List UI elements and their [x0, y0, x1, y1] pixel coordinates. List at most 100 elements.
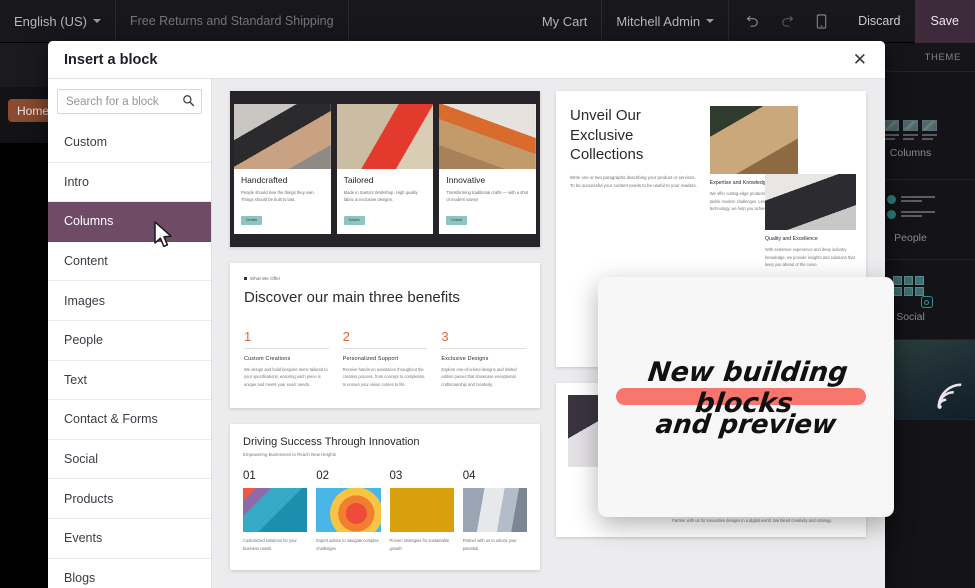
mouse-cursor-icon — [154, 221, 172, 248]
block-preview-innovation[interactable]: Driving Success Through Innovation Empow… — [230, 424, 540, 570]
innovation-item: 02 Expert advice to navigate complex cha… — [316, 470, 381, 552]
screen-root: Home ZE THEME Columns People — [0, 0, 975, 588]
sidebar-item-custom[interactable]: Custom — [48, 123, 211, 163]
sidebar-item-blogs[interactable]: Blogs — [48, 559, 211, 588]
innovation-item: 03 Proven strategies for sustainable gro… — [389, 470, 454, 552]
search-area — [48, 79, 244, 123]
preview-card: Innovative Transforming traditional craf… — [439, 104, 537, 235]
divider — [244, 347, 329, 349]
divider — [342, 347, 428, 349]
innovation-item: 01 Customized solutions for your busines… — [243, 470, 308, 552]
my-cart-link[interactable]: My Cart — [528, 0, 603, 43]
benefit-item: 3 Exclusive Designs Explore one-of-a-kin… — [441, 328, 527, 389]
user-menu[interactable]: Mitchell Admin — [602, 0, 728, 43]
benefit-title: Custom Creations — [244, 355, 291, 362]
collection-title: Quality and Excellence — [764, 236, 818, 242]
save-button[interactable]: Save — [914, 0, 975, 43]
collections-heading: Unveil Our Exclusive Collections — [570, 107, 644, 163]
columns-thumbnail-icon — [884, 120, 937, 140]
people-thumbnail-icon — [886, 195, 935, 225]
sidebar-item-people[interactable]: People — [48, 321, 211, 361]
benefit-item: 1 Custom Creations We design and build b… — [244, 329, 329, 389]
eyebrow-label: What We Offer — [250, 276, 281, 282]
promo-text: Free Returns and Standard Shipping — [116, 0, 349, 43]
collection-image — [709, 106, 798, 174]
card-text: Made in Santa's Workshop. High quality f… — [343, 190, 418, 203]
snippet-social-label: Social — [896, 311, 925, 323]
innovation-subheading: Empowering Businesses to Reach New Heigh… — [243, 452, 336, 458]
sidebar-item-images[interactable]: Images — [48, 281, 211, 321]
undo-icon[interactable] — [745, 14, 760, 29]
innovation-number: 03 — [389, 470, 403, 483]
preview-column-left: Handcrafted People should love the thing… — [230, 91, 540, 586]
card-text: People should love the things they own. … — [241, 190, 315, 203]
collection-image — [764, 174, 856, 230]
sidebar-item-intro[interactable]: Intro — [48, 163, 211, 203]
close-icon[interactable]: ✕ — [851, 47, 869, 72]
innovation-text: Proven strategies for sustainable growth — [389, 538, 450, 551]
language-selector[interactable]: English (US) — [0, 0, 116, 43]
editor-actions — [728, 0, 844, 43]
innovation-number: 01 — [243, 470, 256, 483]
dialog-title: Insert a block — [64, 51, 158, 68]
user-menu-label: Mitchell Admin — [616, 13, 701, 29]
card-image — [336, 104, 434, 169]
innovation-item: 04 Partner with us to unlock your potent… — [462, 470, 527, 552]
card-details-button[interactable]: Details — [343, 215, 365, 225]
benefit-text: We design and build bespoke items tailor… — [244, 366, 328, 387]
tab-theme[interactable]: THEME — [911, 52, 975, 63]
benefit-number: 1 — [244, 328, 252, 344]
preview-card: Tailored Made in Santa's Workshop. High … — [336, 104, 434, 235]
innovation-image — [316, 488, 381, 533]
preview-card: Handcrafted People should love the thing… — [234, 104, 331, 235]
card-title: Innovative — [446, 175, 486, 185]
innovation-heading: Driving Success Through Innovation — [243, 436, 420, 449]
sidebar-item-contact-forms[interactable]: Contact & Forms — [48, 400, 211, 440]
search-box[interactable] — [57, 89, 244, 114]
annotation-note-card: New building blocks and preview — [598, 277, 894, 517]
mobile-preview-icon[interactable] — [815, 13, 828, 29]
block-preview-cards[interactable]: Handcrafted People should love the thing… — [230, 91, 540, 248]
benefits-eyebrow: What We Offer — [244, 276, 526, 281]
sidebar-item-events[interactable]: Events — [48, 519, 211, 559]
category-list: Custom Intro Columns Content Images Peop… — [48, 123, 211, 588]
card-title: Handcrafted — [241, 175, 288, 185]
block-category-sidebar: Custom Intro Columns Content Images Peop… — [48, 79, 244, 588]
collection-item: Quality and Excellence With extensive ex… — [764, 174, 856, 269]
card-image — [439, 104, 537, 169]
dialog-header: Insert a block ✕ — [48, 41, 885, 79]
chevron-down-icon — [706, 19, 715, 23]
sidebar-item-content[interactable]: Content — [48, 242, 211, 282]
benefit-item: 2 Personalized Support Receive hands-on … — [342, 328, 428, 389]
benefit-text: Explore one-of-a-kind designs and limite… — [441, 366, 517, 387]
eyebrow-bullet-icon — [244, 277, 247, 281]
innovation-number: 04 — [462, 470, 476, 483]
innovation-image — [462, 488, 527, 533]
innovation-image — [389, 488, 454, 533]
sidebar-item-text[interactable]: Text — [48, 361, 211, 401]
card-title: Tailored — [343, 175, 374, 185]
innovation-text: Customized solutions for your business n… — [243, 538, 297, 551]
card-details-button[interactable]: Details — [446, 215, 468, 225]
innovation-image — [243, 488, 308, 533]
search-icon[interactable] — [182, 94, 195, 112]
redo-icon[interactable] — [780, 14, 795, 29]
collections-text: Write one or two paragraphs describing y… — [570, 174, 697, 189]
benefit-title: Personalized Support — [342, 355, 399, 362]
benefit-number: 2 — [342, 328, 350, 344]
sidebar-item-products[interactable]: Products — [48, 479, 211, 519]
block-preview-benefits[interactable]: What We Offer Discover our main three be… — [230, 263, 540, 409]
sidebar-item-social[interactable]: Social — [48, 440, 211, 480]
discard-button[interactable]: Discard — [844, 0, 914, 43]
benefit-number: 3 — [441, 328, 449, 344]
innovation-number: 02 — [316, 470, 330, 483]
sidebar-item-columns[interactable]: Columns — [48, 202, 211, 242]
snippet-columns-label: Columns — [889, 147, 932, 159]
collection-text: With extensive experience and deep indus… — [764, 247, 855, 268]
wifi-icon — [937, 383, 962, 409]
snippet-people-label: People — [894, 232, 927, 244]
divider — [441, 347, 527, 349]
card-image — [234, 104, 331, 169]
card-details-button[interactable]: Details — [241, 215, 262, 225]
chevron-down-icon — [92, 19, 101, 23]
